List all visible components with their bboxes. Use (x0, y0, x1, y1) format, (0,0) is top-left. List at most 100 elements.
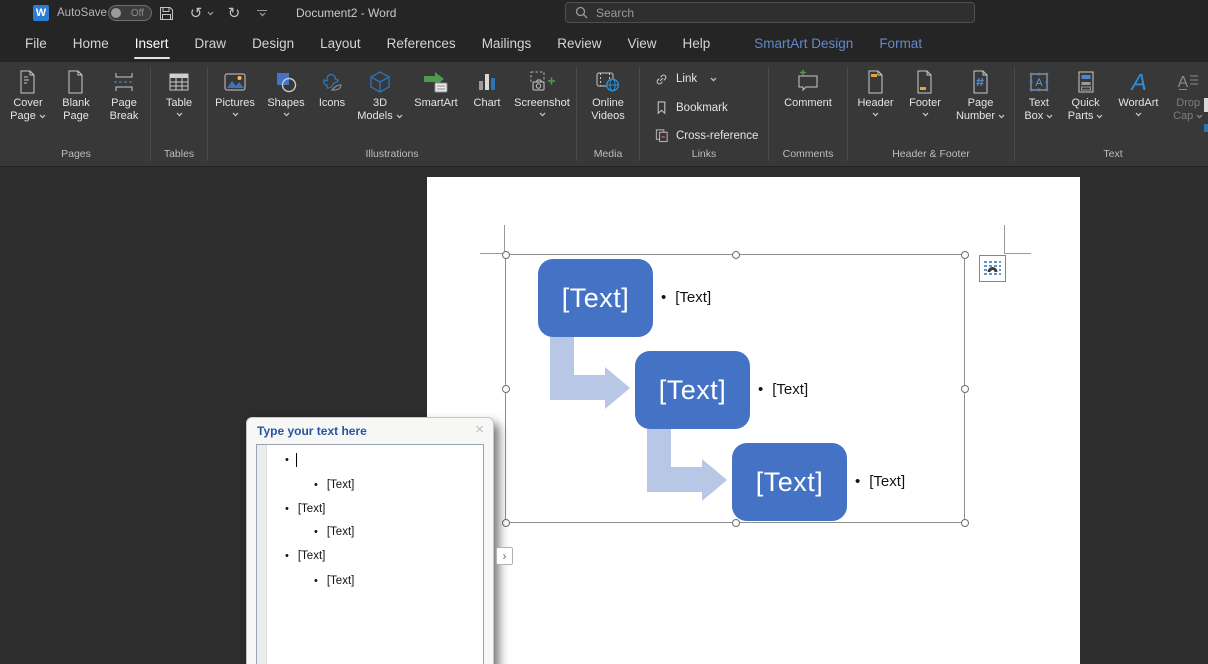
text-pane-item-2[interactable]: • [Text] (314, 477, 354, 493)
cutoff-icon-fragment (1204, 124, 1208, 132)
resize-handle[interactable] (502, 519, 510, 527)
smartart-node-1-bullet[interactable]: • [Text] (661, 288, 711, 306)
wordart-button[interactable]: A WordArt (1111, 67, 1165, 118)
table-icon (166, 67, 192, 97)
tab-references[interactable]: References (374, 26, 469, 62)
tab-draw[interactable]: Draw (182, 26, 240, 62)
resize-handle[interactable] (732, 519, 740, 527)
undo-icon[interactable]: ↺ (186, 3, 206, 23)
resize-handle[interactable] (502, 385, 510, 393)
search-input[interactable] (596, 5, 936, 20)
blank-page-button[interactable]: Blank Page (54, 67, 98, 123)
comment-button[interactable]: Comment (776, 67, 840, 110)
wordart-icon: A (1125, 67, 1151, 97)
resize-handle[interactable] (961, 519, 969, 527)
text-pane-list[interactable]: • • [Text] • [Text] • [Text] • [Text] • [Text… (256, 444, 484, 664)
smartart-node-3-bullet[interactable]: • [Text] (855, 472, 905, 490)
screenshot-button[interactable]: Screenshot (510, 67, 574, 118)
3d-models-button[interactable]: 3D Models (354, 67, 406, 123)
resize-handle[interactable] (732, 251, 740, 259)
icons-button[interactable]: Icons (312, 67, 352, 110)
customize-toolbar-icon[interactable] (252, 3, 272, 23)
dropdown-chevron-icon (396, 114, 403, 119)
cover-page-icon (16, 67, 40, 97)
text-pane-title: Type your text here (257, 424, 367, 438)
text-pane-item-5[interactable]: • [Text] (285, 548, 325, 564)
tab-help[interactable]: Help (670, 26, 724, 62)
online-videos-button[interactable]: Online Videos (581, 67, 635, 123)
tab-smartart-design[interactable]: SmartArt Design (741, 26, 866, 62)
group-label-tables: Tables (163, 148, 195, 160)
text-pane-item-6[interactable]: • [Text] (314, 573, 354, 589)
text-box-button[interactable]: A Text Box (1018, 67, 1060, 123)
group-label-media: Media (593, 148, 623, 160)
document-area[interactable]: [Text] [Text] [Text] • [Text] • [Text] • [T… (0, 167, 1208, 664)
autosave-state: Off (130, 8, 144, 19)
footer-button[interactable]: Footer (903, 67, 947, 118)
svg-text:A: A (1130, 69, 1147, 95)
autosave-label: AutoSave (57, 7, 107, 19)
bookmark-button[interactable]: Bookmark (654, 98, 728, 118)
link-icon (656, 74, 667, 85)
undo-dropdown-chevron-icon[interactable] (205, 3, 215, 23)
link-button[interactable]: Link (654, 69, 717, 89)
tab-review[interactable]: Review (544, 26, 614, 62)
text-pane-gutter (257, 445, 267, 664)
text-pane-item-4[interactable]: • [Text] (314, 524, 354, 540)
dropdown-chevron-icon (1046, 114, 1053, 119)
title-bar: W AutoSave Off ↺ ↻ Document2 - Word (0, 0, 1208, 26)
dropdown-chevron-icon (176, 112, 182, 116)
document-page[interactable]: [Text] [Text] [Text] • [Text] • [Text] • [T… (427, 177, 1080, 664)
group-media: Online Videos Media (577, 62, 639, 166)
cover-page-button[interactable]: Cover Page (5, 67, 51, 123)
search-icon (575, 6, 588, 19)
tab-mailings[interactable]: Mailings (469, 26, 545, 62)
group-text: A Text Box Quick Parts A WordArt A Drop … (1015, 62, 1208, 166)
shapes-button[interactable]: Shapes (262, 67, 310, 118)
save-icon[interactable] (156, 3, 176, 23)
close-icon[interactable]: × (475, 421, 484, 438)
resize-handle[interactable] (502, 251, 510, 259)
tab-format[interactable]: Format (866, 26, 935, 62)
quick-parts-button[interactable]: Quick Parts (1063, 67, 1109, 123)
smartart-node-1[interactable]: [Text] (538, 259, 653, 337)
tab-insert[interactable]: Insert (122, 26, 182, 62)
smartart-node-2[interactable]: [Text] (635, 351, 750, 429)
page-number-button[interactable]: Page Number (952, 67, 1010, 123)
dropdown-chevron-icon (232, 112, 238, 116)
dropdown-chevron-icon (922, 112, 928, 116)
header-icon (864, 67, 888, 97)
tab-layout[interactable]: Layout (307, 26, 374, 62)
bookmark-icon (657, 101, 666, 115)
chart-button[interactable]: Chart (466, 67, 508, 110)
pictures-button[interactable]: Pictures (210, 67, 260, 118)
resize-handle[interactable] (961, 251, 969, 259)
table-button[interactable]: Table (155, 67, 203, 118)
header-button[interactable]: Header (853, 67, 899, 118)
autosave-toggle[interactable]: Off (108, 5, 152, 21)
tab-home[interactable]: Home (60, 26, 122, 62)
chart-icon (474, 67, 500, 97)
smartart-node-2-bullet[interactable]: • [Text] (758, 380, 808, 398)
tab-view[interactable]: View (614, 26, 669, 62)
redo-icon[interactable]: ↻ (224, 3, 244, 23)
comment-icon (795, 67, 821, 97)
resize-handle[interactable] (961, 385, 969, 393)
smartart-node-3[interactable]: [Text] (732, 443, 847, 521)
word-logo: W (33, 5, 49, 21)
tab-design[interactable]: Design (239, 26, 307, 62)
text-pane-item-3[interactable]: • [Text] (285, 501, 325, 517)
cross-reference-button[interactable]: Cross-reference (654, 126, 758, 146)
tab-file[interactable]: File (12, 26, 60, 62)
text-pane-toggle-button[interactable]: › (496, 547, 513, 565)
cross-reference-icon (655, 129, 668, 143)
online-videos-icon (595, 67, 621, 97)
search-box[interactable] (565, 2, 975, 23)
dropdown-chevron-icon (283, 112, 289, 116)
smartart-button[interactable]: SmartArt (408, 67, 464, 110)
group-header-footer: Header Footer Page Number Header & Foote… (848, 62, 1014, 166)
smartart-text-pane[interactable]: Type your text here × • • [Text] • [Text] … (246, 417, 494, 664)
page-break-button[interactable]: Page Break (101, 67, 147, 123)
group-pages: Cover Page Blank Page Page Break Pages (2, 62, 150, 166)
layout-options-button[interactable] (979, 255, 1006, 282)
